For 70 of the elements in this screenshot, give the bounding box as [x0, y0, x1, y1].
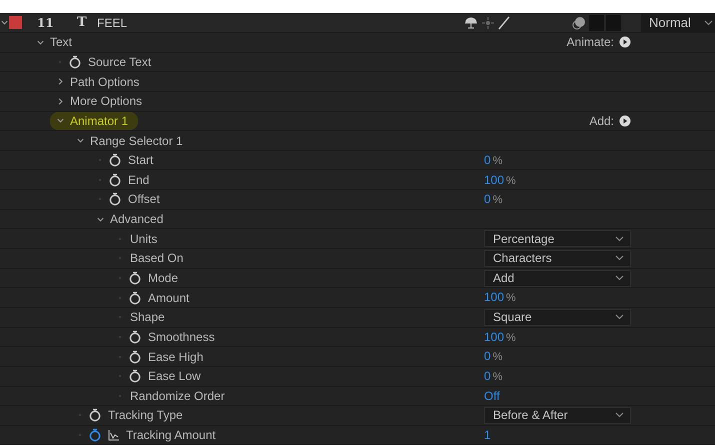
action-label: Animate:	[566, 34, 614, 52]
chevron-icon	[615, 412, 624, 418]
property-label: Range Selector 1	[90, 132, 183, 150]
chevron-icon	[615, 255, 624, 262]
property-label: End	[128, 172, 150, 189]
property-value[interactable]: 100 %	[484, 288, 516, 307]
layer-number: 11	[37, 14, 55, 32]
property-label: Amount	[148, 290, 190, 307]
property-value[interactable]: 0 %	[484, 366, 502, 386]
action-label: Add:	[589, 112, 614, 130]
property-label: Tracking Type	[108, 407, 183, 424]
chevron-icon	[615, 236, 624, 242]
dropdown[interactable]: Add	[484, 270, 631, 286]
chevron-icon	[704, 20, 713, 26]
property-value[interactable]: 0 %	[484, 190, 502, 209]
property-label: Ease Low	[148, 368, 201, 386]
play-circle-icon[interactable]	[619, 36, 631, 48]
stopwatch-icon[interactable]	[128, 369, 142, 384]
switch-box[interactable]	[589, 14, 604, 30]
sphere-icon[interactable]	[571, 14, 587, 30]
graph-icon[interactable]	[108, 430, 120, 441]
stopwatch-icon[interactable]	[128, 330, 142, 344]
blend-mode-dropdown[interactable]: Normal	[641, 14, 715, 32]
stopwatch-icon[interactable]	[88, 428, 102, 442]
property-label: Shape	[130, 309, 165, 326]
stopwatch-icon[interactable]	[108, 153, 122, 168]
chevron-icon	[615, 275, 624, 281]
property-label: Animator 1	[70, 112, 128, 130]
property-value[interactable]: 1	[484, 426, 491, 444]
stopwatch-icon[interactable]	[128, 350, 142, 364]
property-label: Source Text	[88, 54, 152, 71]
stopwatch-icon[interactable]	[128, 271, 142, 285]
property-value[interactable]: 0 %	[484, 347, 502, 366]
property-label: Randomize Order	[130, 388, 225, 405]
stopwatch-icon[interactable]	[88, 408, 102, 422]
dropdown[interactable]: Characters	[484, 250, 631, 267]
label-color-swatch[interactable]	[9, 16, 22, 29]
property-label: Based On	[130, 250, 184, 268]
chevron-icon[interactable]	[56, 116, 64, 126]
layer-type-glyph: T	[77, 14, 88, 32]
slash-icon[interactable]	[497, 16, 511, 30]
property-label: Smoothness	[148, 328, 215, 346]
stopwatch-icon[interactable]	[108, 172, 122, 187]
property-label: Path Options	[70, 74, 140, 91]
chevron-icon[interactable]	[0, 18, 9, 27]
chevron-icon	[615, 314, 624, 320]
property-value[interactable]: 0 %	[484, 150, 502, 170]
property-value[interactable]: 100 %	[484, 328, 516, 346]
property-label: Advanced	[110, 211, 164, 228]
property-label: Tracking Amount	[126, 427, 216, 444]
play-circle-icon[interactable]	[619, 114, 631, 127]
property-label: More Options	[70, 93, 142, 110]
stopwatch-icon[interactable]	[68, 54, 82, 69]
stopwatch-icon[interactable]	[108, 192, 122, 206]
stopwatch-icon[interactable]	[128, 290, 142, 305]
property-value[interactable]: 100 %	[484, 170, 516, 190]
dropdown[interactable]: Before & After	[484, 406, 631, 424]
shy-icon[interactable]	[463, 16, 479, 30]
switch-box[interactable]	[606, 14, 621, 30]
chevron-icon[interactable]	[76, 136, 84, 146]
property-value[interactable]: Off	[484, 386, 500, 405]
layer-name[interactable]: FEEL	[97, 14, 128, 32]
property-label: Units	[130, 230, 158, 248]
property-label: Text	[50, 34, 72, 52]
property-label: Ease High	[148, 348, 204, 366]
property-label: Mode	[148, 270, 178, 287]
property-label: Offset	[128, 191, 160, 208]
dropdown[interactable]: Square	[484, 308, 631, 326]
dropdown[interactable]: Percentage	[484, 230, 631, 248]
property-label: Start	[128, 152, 154, 170]
